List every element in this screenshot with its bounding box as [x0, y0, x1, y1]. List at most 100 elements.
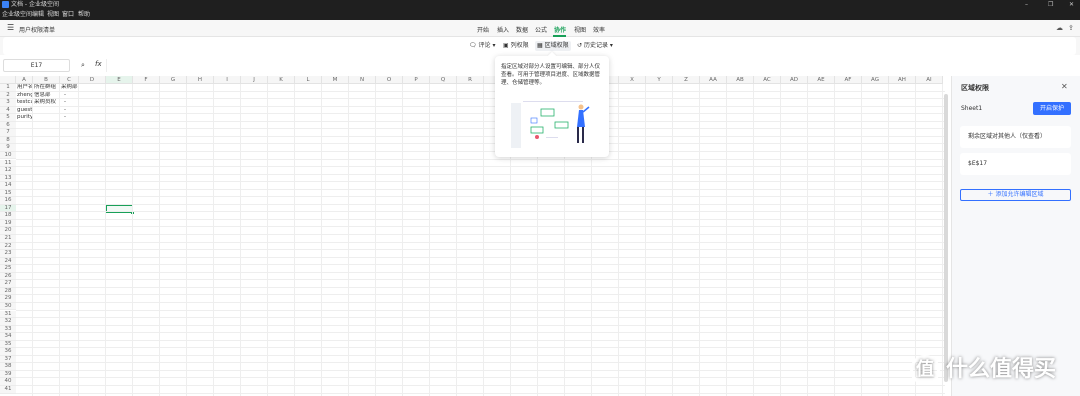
column-header-x[interactable]: X [619, 76, 646, 84]
column-header-p[interactable]: P [403, 76, 430, 84]
column-header-ag[interactable]: AG [862, 76, 889, 84]
cell-a1[interactable]: 用户名 [17, 84, 32, 92]
column-header-ah[interactable]: AH [889, 76, 916, 84]
column-header-k[interactable]: K [268, 76, 295, 84]
column-header-o[interactable]: O [376, 76, 403, 84]
row-header-30[interactable]: 30 [0, 302, 16, 311]
row-header-5[interactable]: 5 [0, 114, 16, 122]
row-header-19[interactable]: 19 [0, 219, 16, 228]
maximize-icon[interactable]: ❐ [1048, 0, 1053, 10]
cell-a4[interactable]: guest [17, 107, 32, 115]
row-header-35[interactable]: 35 [0, 340, 16, 349]
column-header-l[interactable]: L [295, 76, 322, 84]
tab-view[interactable]: 视图 [574, 25, 586, 34]
column-header-h[interactable]: H [187, 76, 214, 84]
column-header-e[interactable]: E [106, 76, 133, 84]
range-card[interactable]: $E$17 [960, 153, 1071, 175]
column-header-a[interactable]: A [16, 76, 33, 84]
row-header-41[interactable]: 41 [0, 386, 16, 394]
column-header-d[interactable]: D [79, 76, 106, 84]
column-header-i[interactable]: I [214, 76, 241, 84]
row-header-28[interactable]: 28 [0, 287, 16, 296]
corner-select-all[interactable] [0, 76, 16, 84]
row-header-34[interactable]: 34 [0, 333, 16, 341]
cell-c5[interactable]: - [61, 114, 78, 122]
vertical-scrollbar[interactable] [944, 94, 948, 382]
cell-b3[interactable]: 采购员权 [34, 99, 59, 107]
cell-c2[interactable]: - [61, 92, 78, 100]
share-icon[interactable]: ⇪ [1068, 24, 1074, 32]
menu-edit[interactable]: 编辑 [32, 10, 44, 20]
column-header-b[interactable]: B [33, 76, 60, 84]
column-header-r[interactable]: R [457, 76, 484, 84]
row-header-1[interactable]: 1 [0, 84, 16, 92]
row-header-12[interactable]: 12 [0, 167, 16, 175]
row-header-38[interactable]: 38 [0, 363, 16, 371]
column-header-z[interactable]: Z [673, 76, 700, 84]
row-header-2[interactable]: 2 [0, 91, 16, 100]
row-header-23[interactable]: 23 [0, 250, 16, 258]
tab-start[interactable]: 开始 [477, 25, 489, 34]
cell-c1[interactable]: 采购部 [61, 84, 78, 92]
row-header-22[interactable]: 22 [0, 242, 16, 251]
column-header-g[interactable]: G [160, 76, 187, 84]
row-header-27[interactable]: 27 [0, 280, 16, 288]
column-header-f[interactable]: F [133, 76, 160, 84]
column-header-n[interactable]: N [349, 76, 376, 84]
column-header-ae[interactable]: AE [808, 76, 835, 84]
cell-reference-box[interactable]: E17 [3, 59, 70, 72]
row-header-3[interactable]: 3 [0, 99, 16, 107]
row-header-21[interactable]: 21 [0, 235, 16, 243]
menu-view[interactable]: 视图 [47, 10, 59, 20]
row-header-24[interactable]: 24 [0, 257, 16, 266]
row-header-11[interactable]: 11 [0, 159, 16, 167]
minimize-icon[interactable]: – [1025, 0, 1028, 10]
column-header-ac[interactable]: AC [754, 76, 781, 84]
column-header-m[interactable]: M [322, 76, 349, 84]
column-header-y[interactable]: Y [646, 76, 673, 84]
others-permission-card[interactable]: 剩余区域对其他人（仅查看） [960, 126, 1071, 148]
comment-button[interactable]: 🗨 评论 ▾ [467, 41, 497, 51]
cloud-icon[interactable]: ☁ [1056, 24, 1063, 32]
column-header-ad[interactable]: AD [781, 76, 808, 84]
row-header-14[interactable]: 14 [0, 182, 16, 190]
row-header-31[interactable]: 31 [0, 310, 16, 318]
row-header-37[interactable]: 37 [0, 355, 16, 364]
row-header-29[interactable]: 29 [0, 295, 16, 303]
close-window-icon[interactable]: ✕ [1069, 0, 1074, 10]
row-header-20[interactable]: 20 [0, 227, 16, 235]
cell-a5[interactable]: purity [17, 114, 32, 122]
column-header-j[interactable]: J [241, 76, 268, 84]
row-header-9[interactable]: 9 [0, 144, 16, 152]
row-header-39[interactable]: 39 [0, 370, 16, 379]
cell-b1[interactable]: 所在群组 [34, 84, 59, 92]
column-header-ai[interactable]: AI [916, 76, 943, 84]
column-header-af[interactable]: AF [835, 76, 862, 84]
row-header-32[interactable]: 32 [0, 318, 16, 326]
column-header-ab[interactable]: AB [727, 76, 754, 84]
row-header-13[interactable]: 13 [0, 174, 16, 183]
row-header-26[interactable]: 26 [0, 272, 16, 281]
cell-b2[interactable]: 信息部 [34, 92, 59, 100]
history-button[interactable]: ↺ 历史记录 ▾ [575, 41, 615, 51]
row-header-4[interactable]: 4 [0, 106, 16, 115]
row-header-36[interactable]: 36 [0, 348, 16, 356]
row-header-7[interactable]: 7 [0, 129, 16, 137]
row-header-18[interactable]: 18 [0, 212, 16, 220]
tab-efficiency[interactable]: 效率 [593, 25, 605, 34]
cell-c3[interactable]: - [61, 99, 78, 107]
cell-c4[interactable]: - [61, 107, 78, 115]
menu-window[interactable]: 窗口 [62, 10, 74, 20]
column-header-c[interactable]: C [60, 76, 79, 84]
spreadsheet-grid[interactable]: ABCDEFGHIJKLMNOPQRSTUVWXYZAAABACADAEAFAG… [0, 76, 945, 396]
search-icon[interactable]: ⌕ [81, 61, 85, 70]
row-header-6[interactable]: 6 [0, 121, 16, 130]
row-header-15[interactable]: 15 [0, 189, 16, 198]
row-header-10[interactable]: 10 [0, 151, 16, 160]
row-header-33[interactable]: 33 [0, 325, 16, 334]
column-header-aa[interactable]: AA [700, 76, 727, 84]
menu-workspace[interactable]: 企业级空间 [2, 10, 32, 20]
add-editable-range-button[interactable]: ＋ 添加允许编辑区域 [960, 189, 1071, 201]
tab-insert[interactable]: 插入 [497, 25, 509, 34]
row-header-17[interactable]: 17 [0, 204, 16, 213]
